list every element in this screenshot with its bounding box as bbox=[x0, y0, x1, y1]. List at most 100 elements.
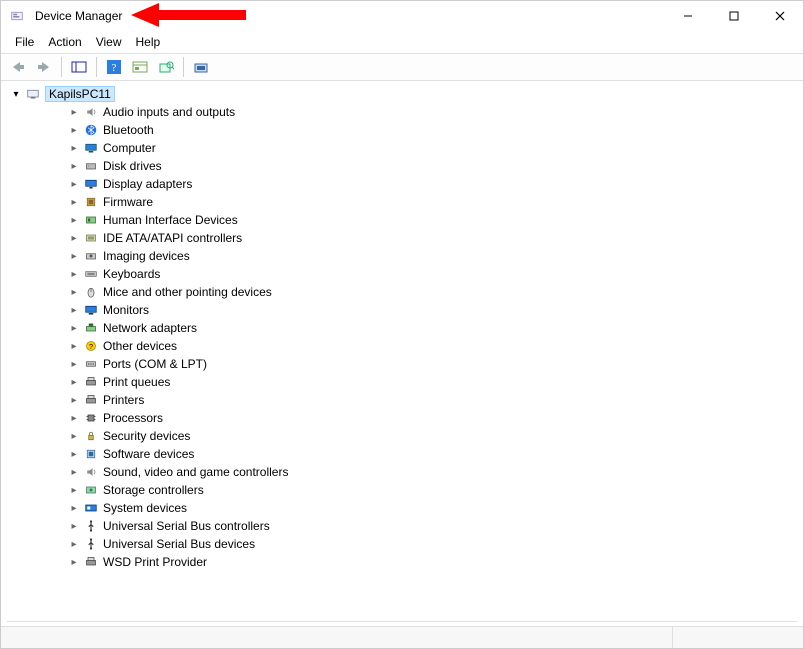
tree-category-node[interactable]: ▸Imaging devices bbox=[49, 247, 791, 265]
properties-icon bbox=[132, 60, 148, 74]
category-label: Keyboards bbox=[103, 267, 160, 281]
tree-category-node[interactable]: ▸Sound, video and game controllers bbox=[49, 463, 791, 481]
tree-category-node[interactable]: ▸WSD Print Provider bbox=[49, 553, 791, 571]
tree-category-node[interactable]: ▸ Universal Serial Bus devices bbox=[49, 535, 791, 553]
back-icon bbox=[10, 60, 26, 74]
help-icon: ? bbox=[106, 59, 122, 75]
tree-category-node[interactable]: ▸ Disk drives bbox=[49, 157, 791, 175]
maximize-button[interactable] bbox=[711, 1, 757, 31]
sound-icon bbox=[83, 464, 99, 480]
chevron-right-icon[interactable]: ▸ bbox=[67, 429, 81, 443]
category-label: Software devices bbox=[103, 447, 194, 461]
other-icon: ? bbox=[83, 338, 99, 354]
minimize-button[interactable] bbox=[665, 1, 711, 31]
chevron-right-icon[interactable]: ▸ bbox=[67, 285, 81, 299]
tree-category-node[interactable]: ▸Mice and other pointing devices bbox=[49, 283, 791, 301]
tree-category-node[interactable]: ▸System devices bbox=[49, 499, 791, 517]
chevron-right-icon[interactable]: ▸ bbox=[67, 447, 81, 461]
category-label: Other devices bbox=[103, 339, 177, 353]
tree-category-node[interactable]: ▸ Keyboards bbox=[49, 265, 791, 283]
close-button[interactable] bbox=[757, 1, 803, 31]
chevron-right-icon[interactable]: ▸ bbox=[67, 159, 81, 173]
chevron-right-icon[interactable]: ▸ bbox=[67, 393, 81, 407]
forward-icon bbox=[36, 60, 52, 74]
menu-action[interactable]: Action bbox=[42, 33, 87, 51]
tree-category-node[interactable]: ▸ Software devices bbox=[49, 445, 791, 463]
tree-category-node[interactable]: ▸Monitors bbox=[49, 301, 791, 319]
audio-icon bbox=[83, 104, 99, 120]
menu-help[interactable]: Help bbox=[130, 33, 167, 51]
tree-category-node[interactable]: ▸Ports (COM & LPT) bbox=[49, 355, 791, 373]
tree-category-node[interactable]: ▸? Other devices bbox=[49, 337, 791, 355]
chevron-right-icon[interactable]: ▸ bbox=[67, 177, 81, 191]
chevron-right-icon[interactable]: ▸ bbox=[67, 123, 81, 137]
category-label: Storage controllers bbox=[103, 483, 204, 497]
properties-button[interactable] bbox=[129, 56, 151, 78]
category-label: Network adapters bbox=[103, 321, 197, 335]
keyboard-icon bbox=[83, 266, 99, 282]
chevron-right-icon[interactable]: ▸ bbox=[67, 321, 81, 335]
chevron-right-icon[interactable]: ▸ bbox=[67, 357, 81, 371]
category-label: Universal Serial Bus controllers bbox=[103, 519, 270, 533]
window-title: Device Manager bbox=[35, 9, 122, 23]
tree-category-node[interactable]: ▸ Human Interface Devices bbox=[49, 211, 791, 229]
chevron-right-icon[interactable]: ▸ bbox=[67, 231, 81, 245]
device-tree[interactable]: ▾ KapilsPC11 ▸Audio inputs and outputs▸B… bbox=[7, 81, 797, 622]
tree-category-node[interactable]: ▸ Security devices bbox=[49, 427, 791, 445]
category-label: Security devices bbox=[103, 429, 190, 443]
add-legacy-hardware-button[interactable] bbox=[190, 56, 212, 78]
ports-icon bbox=[83, 356, 99, 372]
chevron-right-icon[interactable]: ▸ bbox=[67, 483, 81, 497]
help-button[interactable]: ? bbox=[103, 56, 125, 78]
back-button[interactable] bbox=[7, 56, 29, 78]
menu-view[interactable]: View bbox=[90, 33, 128, 51]
imaging-icon bbox=[83, 248, 99, 264]
chevron-right-icon[interactable]: ▸ bbox=[67, 411, 81, 425]
tree-category-node[interactable]: ▸Bluetooth bbox=[49, 121, 791, 139]
chevron-right-icon[interactable]: ▸ bbox=[67, 303, 81, 317]
network-icon bbox=[83, 320, 99, 336]
tree-root-node[interactable]: ▾ KapilsPC11 bbox=[9, 85, 791, 103]
system-icon bbox=[83, 500, 99, 516]
chevron-right-icon[interactable]: ▸ bbox=[67, 249, 81, 263]
chevron-right-icon[interactable]: ▸ bbox=[67, 375, 81, 389]
bluetooth-icon bbox=[83, 122, 99, 138]
chevron-right-icon[interactable]: ▸ bbox=[67, 555, 81, 569]
hid-icon bbox=[83, 212, 99, 228]
scan-hardware-button[interactable] bbox=[155, 56, 177, 78]
tree-category-node[interactable]: ▸ Universal Serial Bus controllers bbox=[49, 517, 791, 535]
tree-category-node[interactable]: ▸Firmware bbox=[49, 193, 791, 211]
category-label: Disk drives bbox=[103, 159, 162, 173]
chevron-right-icon[interactable]: ▸ bbox=[67, 213, 81, 227]
tree-category-node[interactable]: ▸ Network adapters bbox=[49, 319, 791, 337]
category-label: Universal Serial Bus devices bbox=[103, 537, 255, 551]
chevron-right-icon[interactable]: ▸ bbox=[67, 105, 81, 119]
firmware-icon bbox=[83, 194, 99, 210]
chevron-right-icon[interactable]: ▸ bbox=[67, 267, 81, 281]
minimize-icon bbox=[683, 11, 693, 21]
tree-category-node[interactable]: ▸Display adapters bbox=[49, 175, 791, 193]
tree-category-node[interactable]: ▸Audio inputs and outputs bbox=[49, 103, 791, 121]
tree-category-node[interactable]: ▸IDE ATA/ATAPI controllers bbox=[49, 229, 791, 247]
tree-category-node[interactable]: ▸Printers bbox=[49, 391, 791, 409]
tree-category-node[interactable]: ▸Processors bbox=[49, 409, 791, 427]
chevron-right-icon[interactable]: ▸ bbox=[67, 501, 81, 515]
chevron-right-icon[interactable]: ▸ bbox=[67, 195, 81, 209]
chevron-right-icon[interactable]: ▸ bbox=[67, 537, 81, 551]
chevron-down-icon[interactable]: ▾ bbox=[9, 87, 23, 101]
menu-file[interactable]: File bbox=[9, 33, 40, 51]
toolbar-separator bbox=[61, 57, 62, 77]
maximize-icon bbox=[729, 11, 739, 21]
svg-text:?: ? bbox=[112, 62, 117, 74]
forward-button[interactable] bbox=[33, 56, 55, 78]
tree-category-node[interactable]: ▸ Storage controllers bbox=[49, 481, 791, 499]
chevron-right-icon[interactable]: ▸ bbox=[67, 465, 81, 479]
tree-category-node[interactable]: ▸Computer bbox=[49, 139, 791, 157]
chevron-right-icon[interactable]: ▸ bbox=[67, 339, 81, 353]
chevron-right-icon[interactable]: ▸ bbox=[67, 141, 81, 155]
category-label: Human Interface Devices bbox=[103, 213, 238, 227]
show-hide-console-tree-button[interactable] bbox=[68, 56, 90, 78]
mouse-icon bbox=[83, 284, 99, 300]
chevron-right-icon[interactable]: ▸ bbox=[67, 519, 81, 533]
tree-category-node[interactable]: ▸Print queues bbox=[49, 373, 791, 391]
